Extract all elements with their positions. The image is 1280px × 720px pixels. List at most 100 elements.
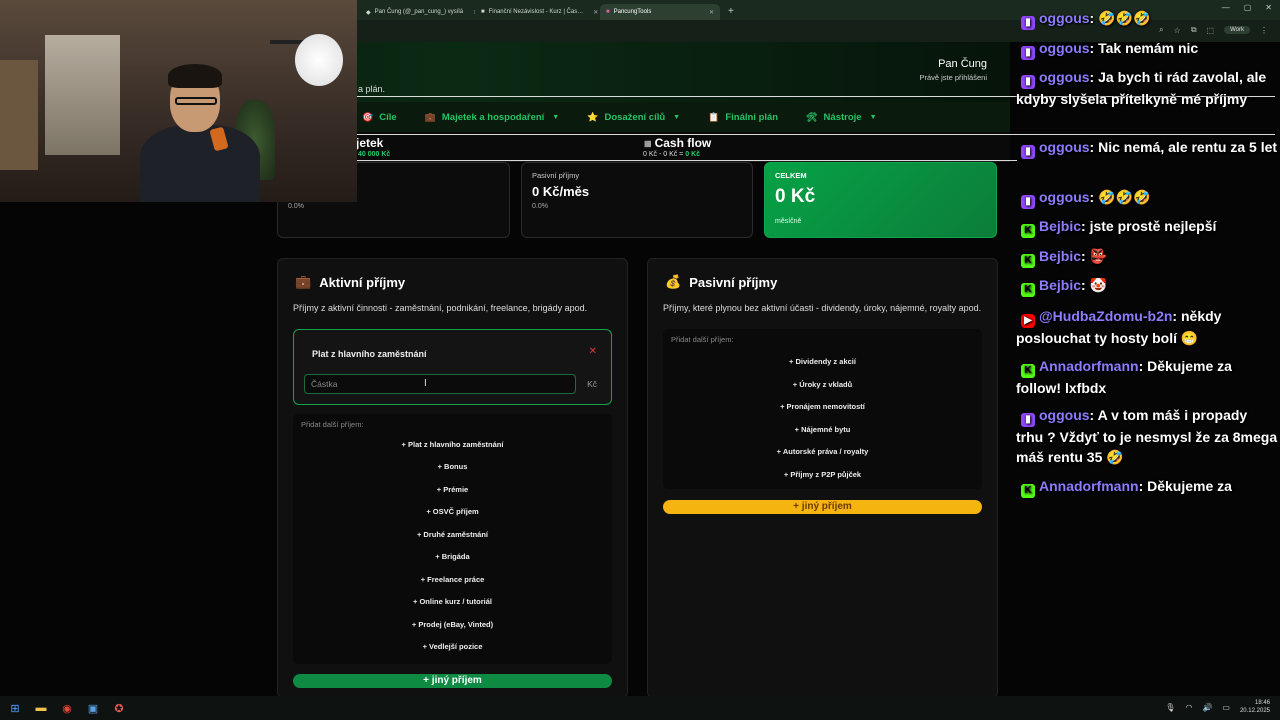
tools-icon: 🛠 xyxy=(806,111,818,122)
app-icon[interactable]: ✪ xyxy=(108,697,130,719)
add-income-label: Přidat další příjem: xyxy=(671,335,734,344)
remove-income-icon[interactable]: ✕ xyxy=(589,346,597,357)
chat-username: oggous xyxy=(1039,139,1090,155)
nav-item-majetek[interactable]: 💼 Majetek a hospodaření ▼ xyxy=(425,112,560,123)
cashflow-title: Cash flow xyxy=(654,136,712,150)
total-income-stat-card: CELKEM 0 Kč měsíčně xyxy=(764,162,997,238)
add-income-option[interactable]: + Online kurz / tutoriál xyxy=(293,597,612,606)
active-income-pct: 0.0% xyxy=(288,203,304,210)
streamer-hair xyxy=(168,64,222,88)
chat-username: oggous xyxy=(1039,10,1090,26)
chat-text: Děkujeme za xyxy=(1147,478,1232,494)
chat-text: jste prostě nejlepší xyxy=(1089,218,1217,234)
tab-close-icon[interactable]: ✕ xyxy=(703,9,714,16)
user-name[interactable]: Pan Čung xyxy=(938,58,987,70)
kick-icon: K xyxy=(1021,254,1035,268)
panel-title-text: Pasivní příjmy xyxy=(689,274,778,290)
cashflow-equation: 0 Kč - 0 Kč = xyxy=(643,151,684,158)
passive-income-panel: 💰 Pasivní příjmy Příjmy, které plynou bez… xyxy=(647,258,998,698)
add-income-option[interactable]: + Bonus xyxy=(293,462,612,471)
clock[interactable]: 18:46 20.12.2025 xyxy=(1240,699,1270,715)
add-income-option[interactable]: + Freelance práce xyxy=(293,575,612,584)
caret-down-icon: ▼ xyxy=(673,113,681,121)
passive-income-title: 💰 Pasivní příjmy xyxy=(665,274,777,290)
overlay-line xyxy=(357,160,1017,161)
photos-icon[interactable]: ▣ xyxy=(82,697,104,719)
add-passive-option[interactable]: + Autorské práva / royalty xyxy=(663,447,982,456)
briefcase-icon: 💼 xyxy=(424,111,436,122)
add-other-passive-income-button[interactable]: + jiný příjem xyxy=(663,500,982,514)
chat-message: K Annadorfmann: Děkujeme za follow! lxfbd… xyxy=(1016,358,1232,396)
tab-favicon-icon: ■ xyxy=(606,9,610,15)
passive-income-title: Pasivní příjmy xyxy=(532,171,580,180)
chat-username: Annadorfmann xyxy=(1039,358,1139,374)
folder-icon[interactable]: ▬ xyxy=(30,697,52,719)
chat-username: oggous xyxy=(1039,40,1090,56)
tab-close-icon[interactable]: ✕ xyxy=(467,9,475,16)
twitch-icon: ▮ xyxy=(1021,75,1035,89)
battery-icon[interactable]: ▭ xyxy=(1222,703,1230,712)
passive-income-stat-card: Pasivní příjmy 0 Kč/měs 0.0% xyxy=(521,162,753,238)
chrome-icon[interactable]: ◉ xyxy=(56,697,78,719)
login-status: Právě jste přihlášeni xyxy=(919,73,987,82)
speaker-icon[interactable]: 🔊 xyxy=(1202,703,1212,712)
clipboard-icon: 📋 xyxy=(708,111,720,122)
add-income-option[interactable]: + Brigáda xyxy=(293,552,612,561)
active-income-panel: 💼 Aktivní příjmy Příjmy z aktivní činnost… xyxy=(277,258,628,698)
twitch-icon: ▮ xyxy=(1021,46,1035,60)
add-other-active-income-button[interactable]: + jiný příjem xyxy=(293,674,612,688)
microphone-icon[interactable]: 🎙 xyxy=(1165,703,1175,712)
youtube-icon: ▶ xyxy=(1021,314,1035,328)
add-income-option[interactable]: + Druhé zaměstnání xyxy=(293,530,612,539)
new-tab-button[interactable]: + xyxy=(720,6,742,17)
add-passive-option[interactable]: + Úroky z vkladů xyxy=(663,380,982,389)
star-icon: ⭐ xyxy=(587,111,599,122)
add-income-option[interactable]: + Prémie xyxy=(293,485,612,494)
chat-message: K Annadorfmann: Děkujeme za xyxy=(1016,476,1278,498)
nav-label: Nástroje xyxy=(823,111,862,123)
chat-username: Bejbic xyxy=(1039,277,1082,293)
nav-item-nastroje[interactable]: 🛠 Nástroje ▼ xyxy=(806,112,876,123)
nav-item-dosazeni[interactable]: ⭐ Dosažení cílů ▼ xyxy=(587,112,680,123)
chat-message: ▮ oggous: 🤣🤣🤣 xyxy=(1016,187,1278,209)
streamer-body xyxy=(140,125,260,202)
wifi-icon[interactable]: ◠ xyxy=(1185,703,1192,712)
browser-tab-stream[interactable]: ◆ Pan Čung (@_pan_cung_) vysílá ✕ xyxy=(360,4,475,20)
browser-tab-course[interactable]: ■ Finanční Nezávislost - Kurz | Čas… ✕ xyxy=(475,4,600,20)
money-bag-icon: 💰 xyxy=(665,274,682,289)
chat-text: 👺 xyxy=(1089,248,1108,264)
taskbar: ⊞ ▬ ◉ ▣ ✪ 🎙 ◠ 🔊 ▭ 18:46 20.12.2025 xyxy=(0,696,1280,720)
add-passive-option[interactable]: + Pronájem nemovitostí xyxy=(663,402,982,411)
nav-item-financni-plan[interactable]: 📋 Finální plán xyxy=(708,112,778,123)
chat-message: ▮ oggous: Tak nemám nic xyxy=(1016,38,1278,60)
webcam-window xyxy=(45,35,120,155)
amount-input[interactable] xyxy=(304,374,576,394)
nav-item-cile[interactable]: 🎯 Cíle xyxy=(362,112,397,123)
text-cursor-icon: I xyxy=(424,378,427,389)
add-passive-option[interactable]: + Dividendy z akcií xyxy=(663,357,982,366)
add-income-option[interactable]: + Plat z hlavního zaměstnání xyxy=(293,440,612,449)
tab-label: PancungTools xyxy=(613,9,652,15)
total-subtitle: měsíčně xyxy=(775,218,802,225)
chat-message: K Bejbic: 🤡 xyxy=(1016,275,1278,297)
add-passive-option[interactable]: + Nájemné bytu xyxy=(663,425,982,434)
webcam-overlay xyxy=(0,0,357,202)
browser-tab-pancungtools[interactable]: ■ PancungTools ✕ xyxy=(600,4,720,20)
add-income-option[interactable]: + Vedlejší pozice xyxy=(293,642,612,651)
chat-message: K Bejbic: 👺 xyxy=(1016,246,1278,268)
add-income-option[interactable]: + Prodej (eBay, Vinted) xyxy=(293,620,612,629)
windows-start-icon[interactable]: ⊞ xyxy=(4,697,26,719)
twitch-icon: ▮ xyxy=(1021,195,1035,209)
chat-text: Nic nemá, ale rentu za 5 let xyxy=(1098,139,1278,155)
tab-favicon-icon: ■ xyxy=(481,9,485,15)
add-passive-option[interactable]: + Příjmy z P2P půjček xyxy=(663,470,982,479)
tab-close-icon[interactable]: ✕ xyxy=(587,9,598,16)
tab-favicon-icon: ◆ xyxy=(366,9,371,16)
chat-text: 🤣🤣🤣 xyxy=(1098,189,1151,205)
add-income-label: Přidat další příjem: xyxy=(301,420,364,429)
add-income-option[interactable]: + OSVČ příjem xyxy=(293,507,612,516)
tab-label: Pan Čung (@_pan_cung_) vysílá xyxy=(374,9,464,15)
caret-down-icon: ▼ xyxy=(552,113,560,121)
kick-icon: K xyxy=(1021,283,1035,297)
twitch-icon: ▮ xyxy=(1021,145,1035,159)
